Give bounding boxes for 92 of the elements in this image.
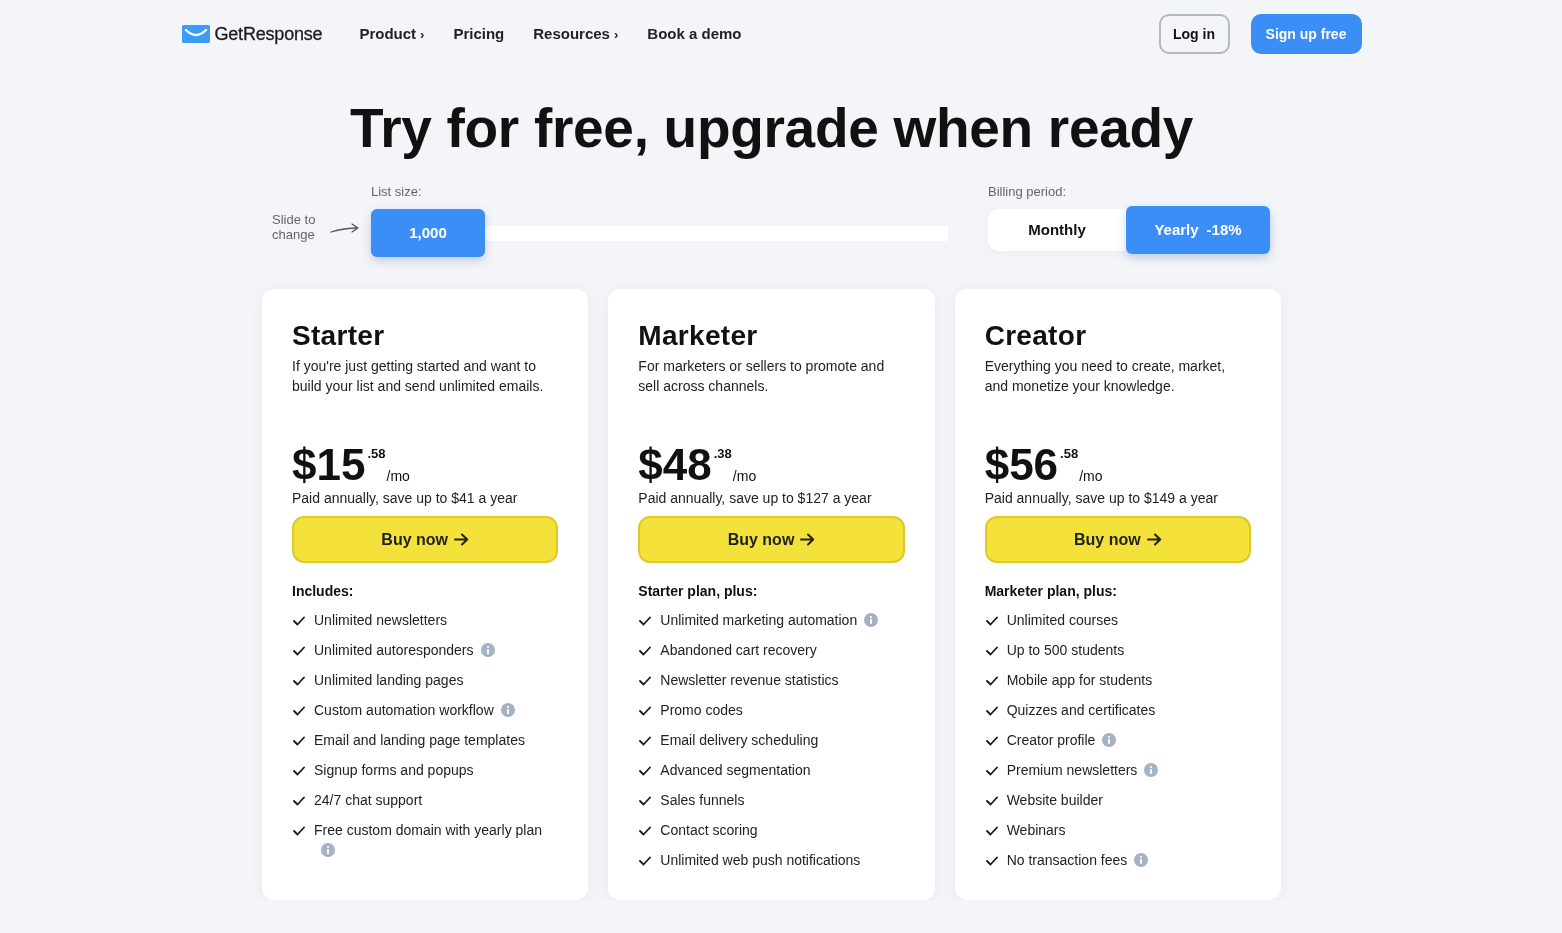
check-icon [293, 616, 305, 626]
price-amount: $15 [292, 442, 366, 488]
nav-link[interactable]: Book a demo [647, 22, 742, 46]
check-icon [639, 706, 652, 716]
check-icon [639, 856, 652, 866]
check-icon [985, 766, 998, 776]
check-icon [985, 826, 998, 836]
price-period: /mo [1079, 468, 1103, 484]
feature-text: Quizzes and certificates [1006, 702, 1156, 718]
arrow-right-icon [454, 533, 469, 546]
price-note: Paid annually, save up to $127 a year [638, 489, 873, 508]
feature-text: Free custom domain with yearly plan [314, 822, 542, 838]
feature-text: 24/7 chat support [314, 792, 423, 808]
nav-link[interactable]: Resources › [533, 22, 619, 46]
features-heading: Includes: [292, 582, 355, 601]
feature-text: Unlimited newsletters [314, 612, 448, 628]
check-icon [639, 736, 652, 746]
buy-now-button[interactable]: Buy now [984, 516, 1251, 563]
price-note: Paid annually, save up to $41 a year [292, 489, 519, 508]
price-amount: $48 [638, 442, 712, 488]
price-note: Paid annually, save up to $149 a year [984, 489, 1219, 508]
features-heading: Starter plan, plus: [638, 582, 759, 601]
check-icon [985, 736, 998, 746]
check-icon [985, 676, 998, 686]
plan-description: For marketers or sellers to promote and sell across channels. [638, 357, 886, 396]
price-cents: .58 [367, 447, 386, 461]
arrow-right-icon [1146, 533, 1162, 546]
feature-text: No transaction fees [1006, 852, 1128, 868]
price-amount: $56 [984, 442, 1059, 488]
feature-text: Webinars [1006, 822, 1066, 838]
feature-text: Website builder [1006, 792, 1103, 808]
check-icon [985, 646, 998, 656]
feature-text: Unlimited landing pages [314, 672, 464, 688]
nav-link[interactable]: Product › [359, 22, 425, 46]
check-icon [293, 796, 305, 806]
check-icon [639, 616, 652, 626]
check-icon [293, 646, 305, 656]
check-icon [293, 706, 305, 716]
plan-name: Starter [292, 319, 386, 353]
check-icon [293, 826, 305, 836]
feature-text: Mobile app for students [1006, 672, 1153, 688]
feature-text: Advanced segmentation [660, 762, 811, 778]
price-cents: .58 [1060, 447, 1079, 461]
check-icon [293, 766, 305, 776]
plan-description: Everything you need to create, market, and monetize your knowledge. [984, 357, 1227, 396]
feature-text: Unlimited marketing automation [660, 612, 858, 628]
feature-text: Premium newsletters [1006, 762, 1138, 778]
feature-text: Up to 500 students [1006, 642, 1125, 658]
list-size-label: List size: [371, 183, 423, 201]
buy-now-button[interactable]: Buy now [292, 516, 559, 563]
nav-link[interactable]: Pricing [453, 22, 505, 46]
feature-text: Contact scoring [660, 822, 758, 838]
buy-now-button[interactable]: Buy now [638, 516, 905, 563]
brand-name: GetResponse [214, 22, 323, 46]
feature-text: Custom automation workflow [314, 702, 494, 718]
features-heading: Marketer plan, plus: [984, 582, 1118, 601]
check-icon [639, 826, 652, 836]
check-icon [639, 766, 652, 776]
billing-period-label: Billing period: [988, 183, 1068, 201]
feature-text: Abandoned cart recovery [660, 642, 817, 658]
feature-text: Newsletter revenue statistics [660, 672, 839, 688]
feature-text: Creator profile [1006, 732, 1096, 748]
feature-text: Signup forms and popups [314, 762, 474, 778]
plan-name: Creator [984, 319, 1088, 353]
billing-option[interactable]: Monthly [988, 209, 1126, 251]
login-button[interactable]: Log in [1158, 14, 1230, 54]
arrow-icon [330, 223, 360, 235]
arrow-right-icon [800, 533, 816, 546]
check-icon [985, 616, 998, 626]
feature-text: Unlimited courses [1006, 612, 1118, 628]
slider-hint: Slide to change [272, 212, 317, 242]
price-period: /mo [732, 468, 757, 484]
price-cents: .38 [713, 447, 732, 461]
plan-name: Marketer [638, 319, 759, 353]
envelope-logo-icon [181, 25, 210, 43]
feature-text: Unlimited autoresponders [314, 642, 474, 658]
feature-text: Email delivery scheduling [660, 732, 819, 748]
check-icon [293, 676, 305, 686]
feature-text: Sales funnels [660, 792, 745, 808]
check-icon [293, 736, 305, 746]
page-heading: Try for free, upgrade when ready [348, 96, 1195, 161]
check-icon [639, 646, 652, 656]
check-icon [985, 706, 998, 716]
plan-description: If you're just getting started and want to build your list and send unlimited emails. [292, 357, 545, 396]
check-icon [639, 676, 652, 686]
feature-text: Email and landing page templates [314, 732, 525, 748]
feature-text: Unlimited web push notifications [660, 852, 861, 868]
check-icon [985, 796, 998, 806]
price-period: /mo [386, 468, 410, 484]
feature-text: Promo codes [660, 702, 743, 718]
check-icon [639, 796, 652, 806]
check-icon [985, 856, 998, 866]
